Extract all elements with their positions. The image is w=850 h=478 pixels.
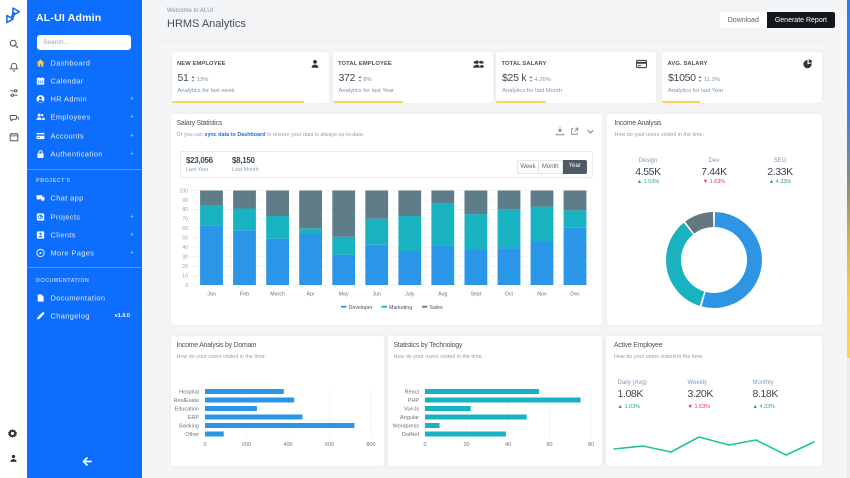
svg-text:0: 0 (423, 442, 426, 448)
svg-text:Nov: Nov (537, 292, 547, 298)
svg-text:200: 200 (242, 442, 251, 448)
svg-text:Feb: Feb (240, 292, 249, 298)
svg-text:Dec: Dec (570, 292, 580, 298)
svg-text:Apr: Apr (306, 292, 314, 298)
svg-text:50: 50 (182, 236, 188, 242)
svg-text:Jun: Jun (373, 292, 382, 298)
svg-text:Angular: Angular (400, 415, 419, 421)
svg-text:RealEsate: RealEsate (174, 398, 199, 404)
svg-text:React: React (405, 390, 420, 396)
svg-text:800: 800 (366, 442, 375, 448)
svg-text:10: 10 (182, 273, 188, 279)
svg-text:PHP: PHP (408, 398, 420, 404)
svg-text:60: 60 (182, 226, 188, 232)
svg-text:70: 70 (182, 217, 188, 223)
svg-text:0: 0 (203, 442, 206, 448)
svg-text:20: 20 (463, 442, 469, 448)
svg-text:March: March (270, 292, 285, 298)
svg-text:July: July (405, 292, 415, 298)
svg-text:40: 40 (505, 442, 511, 448)
svg-text:40: 40 (182, 245, 188, 251)
svg-text:80: 80 (588, 442, 594, 448)
svg-text:Aug: Aug (438, 292, 447, 298)
svg-text:60: 60 (546, 442, 552, 448)
svg-text:0: 0 (185, 283, 188, 289)
svg-text:Sales: Sales (429, 305, 443, 311)
svg-text:20: 20 (182, 264, 188, 270)
svg-text:May: May (339, 292, 349, 298)
svg-text:DotNet: DotNet (402, 432, 420, 438)
svg-text:Sept: Sept (470, 292, 481, 298)
svg-text:Jan: Jan (207, 292, 216, 298)
svg-text:Marketing: Marketing (389, 305, 412, 311)
svg-text:Education: Education (175, 407, 199, 413)
svg-text:Wordpress: Wordpress (393, 424, 420, 430)
svg-text:600: 600 (325, 442, 334, 448)
svg-text:Developer: Developer (349, 305, 373, 311)
svg-text:400: 400 (283, 442, 292, 448)
svg-text:Banking: Banking (179, 424, 199, 430)
svg-text:80: 80 (182, 207, 188, 213)
svg-text:100: 100 (179, 188, 188, 194)
svg-text:Oct: Oct (505, 292, 514, 298)
svg-text:ERP: ERP (188, 415, 200, 421)
svg-text:30: 30 (182, 255, 188, 261)
svg-text:Other: Other (185, 432, 199, 438)
svg-text:90: 90 (182, 198, 188, 204)
svg-text:VueJs: VueJs (404, 407, 419, 413)
svg-text:Hospital: Hospital (179, 390, 199, 396)
